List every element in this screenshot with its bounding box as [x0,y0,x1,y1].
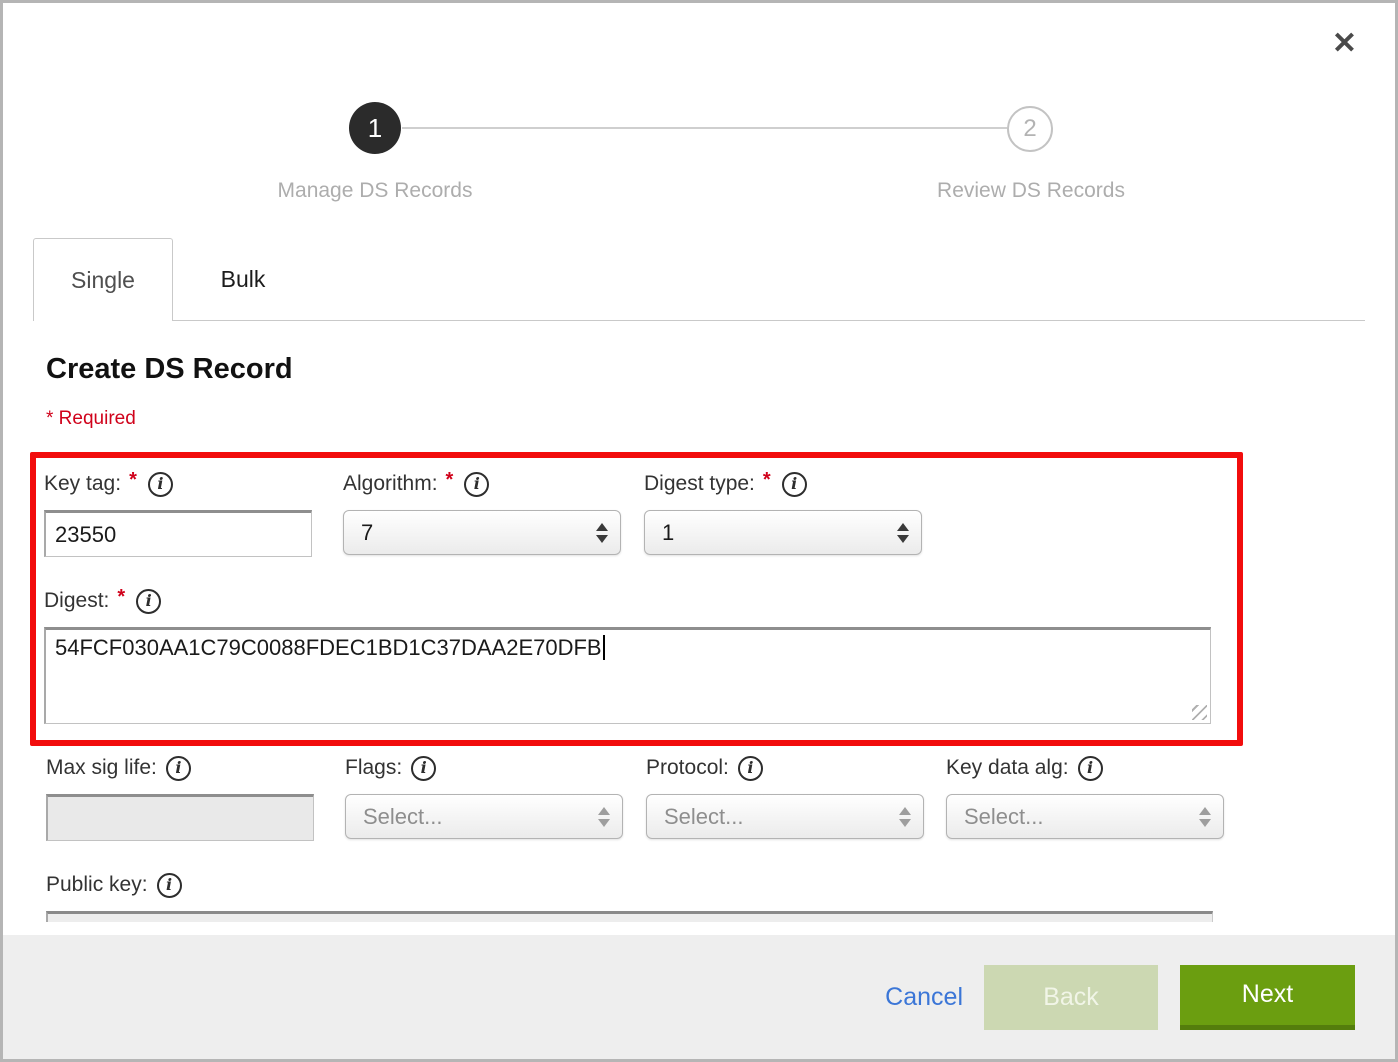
field-key-data-alg: Key data alg: i Select... [946,754,1224,841]
tab-bulk[interactable]: Bulk [173,238,313,320]
info-icon[interactable]: i [782,472,807,497]
flags-label-text: Flags: [345,756,402,780]
protocol-select[interactable]: Select... [646,794,924,839]
progress-stepper: 1 2 Manage DS Records Review DS Records [3,3,1395,208]
cancel-button[interactable]: Cancel [885,983,963,1012]
public-key-textarea[interactable] [46,911,1213,922]
digest-label: Digest: * i [44,587,1237,615]
tab-single[interactable]: Single [33,238,173,321]
max-sig-life-input[interactable] [46,794,314,841]
field-max-sig-life: Max sig life: i [46,754,314,841]
digest-label-text: Digest: [44,589,109,613]
info-icon[interactable]: i [738,756,763,781]
select-arrows-icon [897,523,909,543]
key-tag-label-text: Key tag: [44,472,121,496]
text-caret [603,635,605,660]
required-asterisk: * [129,469,137,492]
info-icon[interactable]: i [157,873,182,898]
select-arrows-icon [596,523,608,543]
step-1-label: Manage DS Records [278,179,473,203]
step-2-circle: 2 [1007,106,1053,152]
info-icon[interactable]: i [464,472,489,497]
info-icon[interactable]: i [136,589,161,614]
required-asterisk: * [763,469,771,492]
modal-footer: Cancel Back Next [3,935,1395,1059]
create-ds-record-modal: ✕ 1 2 Manage DS Records Review DS Record… [0,0,1398,1062]
info-icon[interactable]: i [166,756,191,781]
flags-select-value: Select... [363,804,598,830]
required-note: * Required [46,408,1352,430]
key-tag-input[interactable] [44,510,312,557]
required-asterisk: * [117,586,125,609]
public-key-label-text: Public key: [46,873,148,897]
digest-type-label-text: Digest type: [644,472,755,496]
select-arrows-icon [1199,807,1211,827]
algorithm-select[interactable]: 7 [343,510,621,555]
resize-grip-icon[interactable] [1192,705,1207,720]
digest-type-label: Digest type: * i [644,470,922,498]
field-public-key: Public key: i [46,871,1352,922]
tab-bar: Single Bulk [33,238,1365,321]
select-arrows-icon [899,807,911,827]
field-flags: Flags: i Select... [345,754,623,841]
field-row-secondary: Max sig life: i Flags: i Select... Proto… [46,754,1352,841]
algorithm-label-text: Algorithm: [343,472,438,496]
protocol-label-text: Protocol: [646,756,729,780]
key-data-alg-select-value: Select... [964,804,1199,830]
protocol-select-value: Select... [664,804,899,830]
field-digest-type: Digest type: * i 1 [644,470,922,557]
key-data-alg-label-text: Key data alg: [946,756,1069,780]
info-icon[interactable]: i [1078,756,1103,781]
algorithm-select-value: 7 [361,520,596,546]
field-row-primary: Key tag: * i Algorithm: * i 7 [44,470,1237,557]
field-protocol: Protocol: i Select... [646,754,924,841]
key-data-alg-label: Key data alg: i [946,754,1224,782]
public-key-label: Public key: i [46,871,1352,899]
field-algorithm: Algorithm: * i 7 [343,470,621,557]
field-key-tag: Key tag: * i [44,470,312,557]
digest-textarea[interactable]: 54FCF030AA1C79C0088FDEC1BD1C37DAA2E70DFB [44,627,1211,724]
key-data-alg-select[interactable]: Select... [946,794,1224,839]
step-1-circle: 1 [349,102,401,154]
flags-select[interactable]: Select... [345,794,623,839]
next-button[interactable]: Next [1180,965,1355,1030]
step-connector-line [402,127,1007,129]
digest-type-select-value: 1 [662,520,897,546]
info-icon[interactable]: i [411,756,436,781]
back-button[interactable]: Back [984,965,1158,1030]
digest-value: 54FCF030AA1C79C0088FDEC1BD1C37DAA2E70DFB [55,635,602,660]
algorithm-label: Algorithm: * i [343,470,621,498]
field-digest: Digest: * i 54FCF030AA1C79C0088FDEC1BD1C… [44,587,1237,724]
max-sig-life-label-text: Max sig life: [46,756,157,780]
protocol-label: Protocol: i [646,754,924,782]
select-arrows-icon [598,807,610,827]
digest-type-select[interactable]: 1 [644,510,922,555]
max-sig-life-label: Max sig life: i [46,754,314,782]
flags-label: Flags: i [345,754,623,782]
required-asterisk: * [446,469,454,492]
validation-highlight-box: Key tag: * i Algorithm: * i 7 [30,452,1243,746]
key-tag-label: Key tag: * i [44,470,312,498]
info-icon[interactable]: i [148,472,173,497]
page-title: Create DS Record [46,353,1352,386]
step-2-label: Review DS Records [937,179,1125,203]
